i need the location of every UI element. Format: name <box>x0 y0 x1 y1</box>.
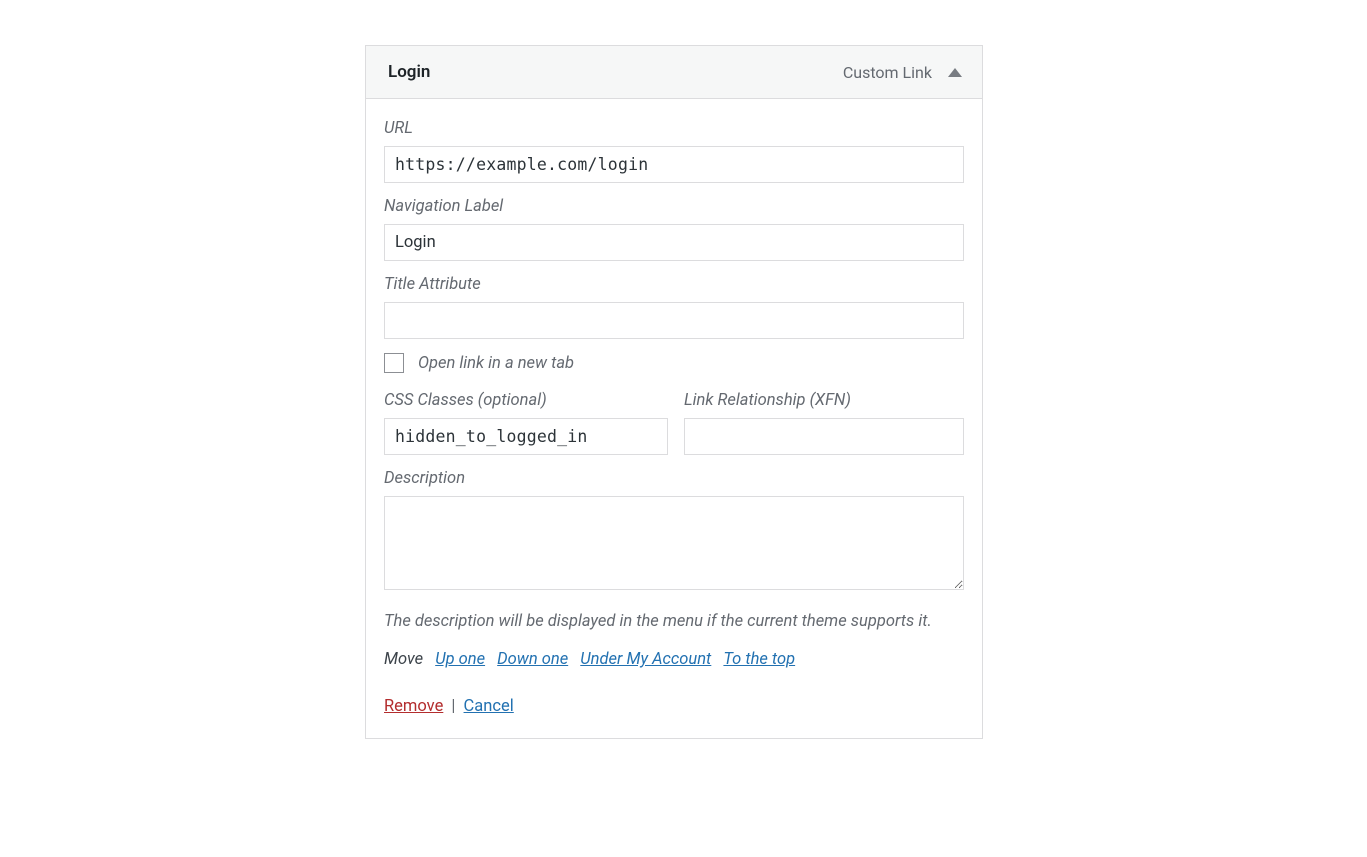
css-xfn-row: CSS Classes (optional) Link Relationship… <box>384 391 964 455</box>
menu-item-panel: Login Custom Link URL Navigation Label T… <box>365 45 983 739</box>
panel-body: URL Navigation Label Title Attribute Ope… <box>366 99 982 738</box>
nav-label-field-block: Navigation Label <box>384 197 964 261</box>
panel-type-label: Custom Link <box>843 63 932 82</box>
title-attr-field-block: Title Attribute <box>384 275 964 339</box>
panel-title: Login <box>388 62 430 82</box>
open-new-tab-checkbox[interactable] <box>384 353 404 373</box>
move-up-one-link[interactable]: Up one <box>435 650 485 669</box>
description-label: Description <box>384 469 964 488</box>
move-down-one-link[interactable]: Down one <box>497 650 568 669</box>
description-textarea[interactable] <box>384 496 964 590</box>
panel-header[interactable]: Login Custom Link <box>366 46 982 99</box>
css-classes-label: CSS Classes (optional) <box>384 391 668 410</box>
xfn-input[interactable] <box>684 418 964 455</box>
move-row: Move Up one Down one Under My Account To… <box>384 650 964 669</box>
title-attr-label: Title Attribute <box>384 275 964 294</box>
description-help-text: The description will be displayed in the… <box>384 608 964 636</box>
move-intro: Move <box>384 650 423 669</box>
collapse-icon[interactable] <box>948 68 962 77</box>
move-to-top-link[interactable]: To the top <box>723 650 795 669</box>
remove-link[interactable]: Remove <box>384 697 443 716</box>
xfn-label: Link Relationship (XFN) <box>684 391 964 410</box>
xfn-field-block: Link Relationship (XFN) <box>684 391 964 455</box>
css-classes-input[interactable] <box>384 418 668 455</box>
nav-label-input[interactable] <box>384 224 964 261</box>
footer-separator: | <box>451 697 455 716</box>
footer-row: Remove | Cancel <box>384 697 964 716</box>
move-under-parent-link[interactable]: Under My Account <box>580 650 711 669</box>
url-input[interactable] <box>384 146 964 183</box>
open-new-tab-row[interactable]: Open link in a new tab <box>384 353 964 373</box>
description-field-block: Description <box>384 469 964 594</box>
css-classes-field-block: CSS Classes (optional) <box>384 391 668 455</box>
url-label: URL <box>384 119 964 138</box>
url-field-block: URL <box>384 119 964 183</box>
title-attr-input[interactable] <box>384 302 964 339</box>
panel-type: Custom Link <box>843 63 962 82</box>
nav-label-label: Navigation Label <box>384 197 964 216</box>
cancel-link[interactable]: Cancel <box>464 697 514 716</box>
open-new-tab-label: Open link in a new tab <box>418 354 574 373</box>
